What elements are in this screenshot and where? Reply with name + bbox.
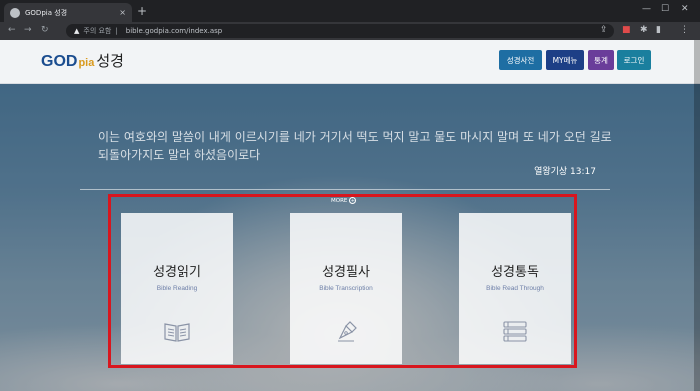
tab-title: GODpia 성경 — [25, 8, 68, 17]
pen-nib-icon — [338, 321, 357, 342]
card-bible-reading[interactable]: 성경읽기 Bible Reading — [121, 213, 233, 364]
browser-tab[interactable]: GODpia 성경 × — [4, 3, 132, 22]
page-scrollbar[interactable] — [694, 40, 700, 391]
site-favicon-icon — [10, 7, 20, 18]
stats-button[interactable]: 통계 — [588, 50, 614, 70]
page: GOD pia 성경 성경사전 MY메뉴 통계 로그인 이는 여호와의 말씀이 … — [0, 40, 700, 391]
sidebar-icon[interactable]: ▮ — [656, 25, 661, 35]
tab-close-icon[interactable]: × — [119, 8, 126, 17]
godpia-logo[interactable]: GOD pia 성경 — [41, 50, 124, 71]
login-button[interactable]: 로그인 — [617, 50, 651, 70]
dictionary-button[interactable]: 성경사전 — [499, 50, 542, 70]
site-header: GOD pia 성경 성경사전 MY메뉴 통계 로그인 — [0, 40, 700, 84]
my-menu-button[interactable]: MY메뉴 — [546, 50, 584, 70]
new-tab-button[interactable]: + — [137, 4, 147, 18]
verse-text: 이는 여호와의 말씀이 내게 이르시기를 네가 거기서 떡도 먹지 말고 물도 … — [98, 130, 612, 162]
extension-icon[interactable]: ■ — [622, 25, 631, 35]
puzzle-icon[interactable]: ✱ — [640, 25, 648, 35]
omnibox[interactable]: ▲ 주의 요함 | bible.godpia.com/index.asp — [66, 24, 614, 38]
menu-dots-icon[interactable]: ⋮ — [680, 25, 689, 35]
share-icon[interactable]: ⇪ — [600, 25, 608, 35]
address-bar: ← → ↻ ▲ 주의 요함 | bible.godpia.com/index.a… — [0, 22, 700, 40]
browser-tabstrip: GODpia 성경 × + — ☐ ✕ — [0, 0, 700, 22]
stacked-books-icon — [503, 321, 527, 342]
security-label[interactable]: 주의 요함 — [83, 26, 111, 36]
card-title: 성경필사 — [322, 265, 370, 280]
maximize-icon[interactable]: ☐ — [661, 4, 669, 14]
verse-reference: 열왕기상 13:17 — [534, 167, 596, 177]
url-text[interactable]: bible.godpia.com/index.asp — [126, 27, 222, 35]
window-close-icon[interactable]: ✕ — [681, 4, 689, 14]
card-subtitle: Bible Read Through — [486, 285, 544, 292]
card-subtitle: Bible Transcription — [319, 285, 373, 292]
minimize-icon[interactable]: — — [642, 4, 651, 14]
open-book-icon — [164, 323, 190, 342]
verse-divider — [80, 189, 610, 190]
card-title: 성경통독 — [491, 265, 539, 280]
warning-icon[interactable]: ▲ — [74, 27, 79, 35]
card-bible-transcription[interactable]: 성경필사 Bible Transcription — [290, 213, 402, 364]
card-title: 성경읽기 — [153, 265, 201, 280]
back-icon[interactable]: ← — [8, 25, 16, 35]
reload-icon[interactable]: ↻ — [41, 25, 49, 35]
card-bible-read-through[interactable]: 성경통독 Bible Read Through — [459, 213, 571, 364]
card-subtitle: Bible Reading — [156, 285, 198, 292]
forward-icon[interactable]: → — [24, 25, 32, 35]
